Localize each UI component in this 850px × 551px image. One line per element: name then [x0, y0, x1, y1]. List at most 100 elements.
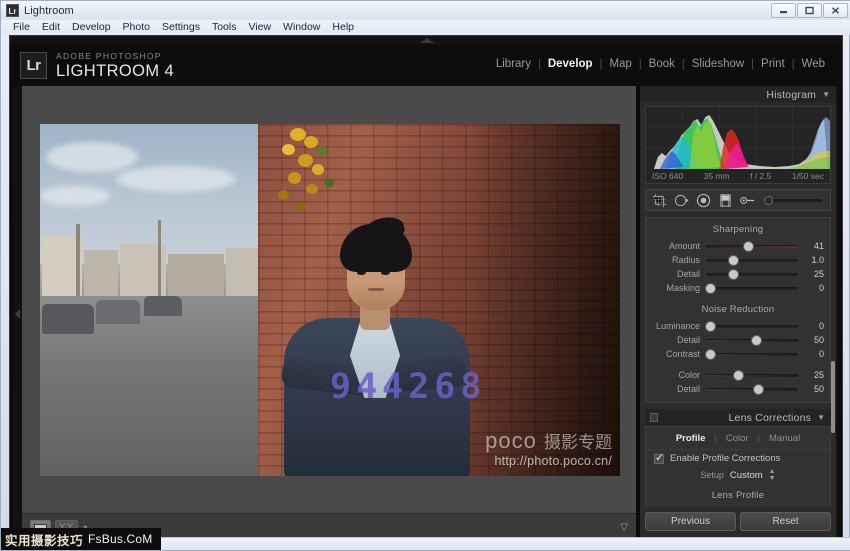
module-map[interactable]: Map: [602, 58, 638, 70]
slider-luminance-knob[interactable]: [706, 322, 715, 331]
setup-value[interactable]: Custom: [730, 470, 763, 481]
slider-luminance-contrast-knob[interactable]: [706, 350, 715, 359]
close-button[interactable]: [823, 3, 848, 18]
right-panel-scrollbar[interactable]: [831, 86, 835, 539]
tool-strip-slider[interactable]: [764, 195, 822, 205]
module-develop[interactable]: Develop: [541, 58, 600, 70]
slider-amount-track[interactable]: [706, 242, 798, 251]
minimize-button[interactable]: [771, 3, 796, 18]
slider-color-detail[interactable]: Detail 50: [646, 382, 830, 396]
module-web[interactable]: Web: [795, 58, 832, 70]
tab-color[interactable]: Color: [717, 433, 758, 444]
site-watermark-latin: FsBus.CoM: [88, 532, 153, 546]
panel-footer-buttons: Previous Reset: [640, 507, 836, 539]
product-line-adobe: ADOBE PHOTOSHOP: [56, 51, 162, 61]
slider-detail-sharpening-knob[interactable]: [729, 270, 738, 279]
slider-luminance-detail-track[interactable]: [706, 336, 798, 345]
slider-color-detail-label: Detail: [676, 384, 700, 394]
slider-masking-knob[interactable]: [706, 284, 715, 293]
menu-tools[interactable]: Tools: [206, 20, 243, 35]
slider-radius-track[interactable]: [706, 256, 798, 265]
lens-profile-section-title: Lens Profile: [711, 490, 765, 501]
app-header: Lr ADOBE PHOTOSHOP LIGHTROOM 4 Library |…: [10, 45, 842, 86]
spot-removal-icon[interactable]: [674, 193, 689, 208]
left-panel-reveal-arrow[interactable]: [13, 86, 22, 539]
slider-amount-knob[interactable]: [743, 242, 753, 251]
slider-masking-track[interactable]: [706, 284, 798, 293]
photo-watermark-number: 944268: [330, 367, 487, 407]
enable-profile-corrections-checkbox[interactable]: [654, 452, 664, 464]
module-slideshow[interactable]: Slideshow: [685, 58, 751, 70]
slider-color-track[interactable]: [706, 371, 798, 380]
slider-detail-sharpening-value: 25: [813, 269, 824, 279]
menu-view[interactable]: View: [242, 20, 277, 35]
slider-color-knob[interactable]: [733, 371, 743, 380]
photo-subject: [276, 212, 476, 476]
setup-stepper-icon[interactable]: ▲ ▼: [769, 468, 776, 482]
menu-edit[interactable]: Edit: [36, 20, 66, 35]
adjustment-brush-icon[interactable]: [740, 193, 755, 208]
photo-car: [42, 304, 94, 334]
histogram-panel-header[interactable]: Histogram ▼: [640, 86, 836, 103]
slider-masking[interactable]: Masking 0: [646, 281, 830, 295]
menubar: File Edit Develop Photo Settings Tools V…: [1, 20, 850, 35]
panel-divider: [646, 295, 830, 302]
photo-mouth: [368, 288, 384, 291]
crop-overlay-icon[interactable]: [652, 193, 667, 208]
exif-iso: ISO 640: [652, 171, 684, 181]
tab-manual[interactable]: Manual: [760, 433, 809, 444]
photo-preview[interactable]: 944268 poco 摄影专题 http://photo.poco.cn/: [40, 124, 620, 476]
histogram-curve: [646, 107, 830, 169]
slider-luminance-track[interactable]: [706, 322, 798, 331]
enable-profile-corrections-row[interactable]: Enable Profile Corrections: [646, 449, 830, 465]
photo-lamppost: [76, 224, 80, 306]
histogram-exif: ISO 640 35 mm f / 2.5 1/50 sec: [646, 171, 830, 181]
right-panel-scrollbar-thumb[interactable]: [831, 361, 835, 433]
red-eye-correction-icon[interactable]: [696, 193, 711, 208]
toolbar-collapse-icon[interactable]: ▽: [620, 522, 628, 533]
menu-help[interactable]: Help: [326, 20, 360, 35]
slider-luminance-detail[interactable]: Detail 50: [646, 333, 830, 347]
module-picker: Library | Develop | Map | Book | Slidesh…: [489, 58, 832, 70]
top-panel-reveal-arrow[interactable]: [10, 36, 842, 45]
exif-shutter-speed: 1/50 sec: [791, 171, 824, 181]
slider-luminance-detail-knob[interactable]: [752, 336, 761, 345]
tab-profile[interactable]: Profile: [667, 433, 715, 444]
photo-stage[interactable]: 944268 poco 摄影专题 http://photo.poco.cn/: [22, 86, 636, 513]
setup-row[interactable]: Setup Custom ▲ ▼: [646, 465, 830, 486]
slider-color[interactable]: Color 25: [646, 368, 830, 382]
slider-detail-sharpening[interactable]: Detail 25: [646, 267, 830, 281]
slider-luminance-value: 0: [818, 321, 824, 331]
slider-amount[interactable]: Amount 41: [646, 239, 830, 253]
slider-color-value: 25: [813, 370, 824, 380]
maximize-button[interactable]: [797, 3, 822, 18]
detail-panel: Sharpening Amount 41 Radius 1.0 Detail 2…: [645, 217, 831, 403]
menu-settings[interactable]: Settings: [156, 20, 206, 35]
module-book[interactable]: Book: [642, 58, 682, 70]
slider-luminance-label: Luminance: [655, 321, 700, 331]
slider-detail-sharpening-track[interactable]: [706, 270, 798, 279]
slider-color-detail-knob[interactable]: [753, 385, 763, 394]
slider-luminance[interactable]: Luminance 0: [646, 319, 830, 333]
chevron-down-icon[interactable]: ▼: [822, 90, 830, 99]
tool-strip-slider-knob[interactable]: [764, 195, 773, 205]
menu-window[interactable]: Window: [277, 20, 326, 35]
slider-luminance-contrast[interactable]: Contrast 0: [646, 347, 830, 361]
reset-button[interactable]: Reset: [740, 511, 831, 531]
module-library[interactable]: Library: [489, 58, 538, 70]
lens-corrections-header[interactable]: Lens Corrections ▼: [645, 409, 831, 426]
slider-luminance-contrast-track[interactable]: [706, 350, 798, 359]
module-print[interactable]: Print: [754, 58, 792, 70]
menu-photo[interactable]: Photo: [117, 20, 156, 35]
menu-develop[interactable]: Develop: [66, 20, 117, 35]
menu-file[interactable]: File: [7, 20, 36, 35]
slider-color-detail-track[interactable]: [706, 385, 798, 394]
histogram[interactable]: ISO 640 35 mm f / 2.5 1/50 sec: [645, 106, 831, 184]
product-name: ADOBE PHOTOSHOP LIGHTROOM 4: [56, 52, 174, 79]
lens-corrections-toggle-switch[interactable]: [650, 413, 658, 422]
chevron-down-icon[interactable]: ▼: [817, 413, 825, 422]
slider-radius-knob[interactable]: [729, 256, 738, 265]
previous-button[interactable]: Previous: [645, 511, 736, 531]
slider-radius[interactable]: Radius 1.0: [646, 253, 830, 267]
graduated-filter-icon[interactable]: [718, 193, 733, 208]
